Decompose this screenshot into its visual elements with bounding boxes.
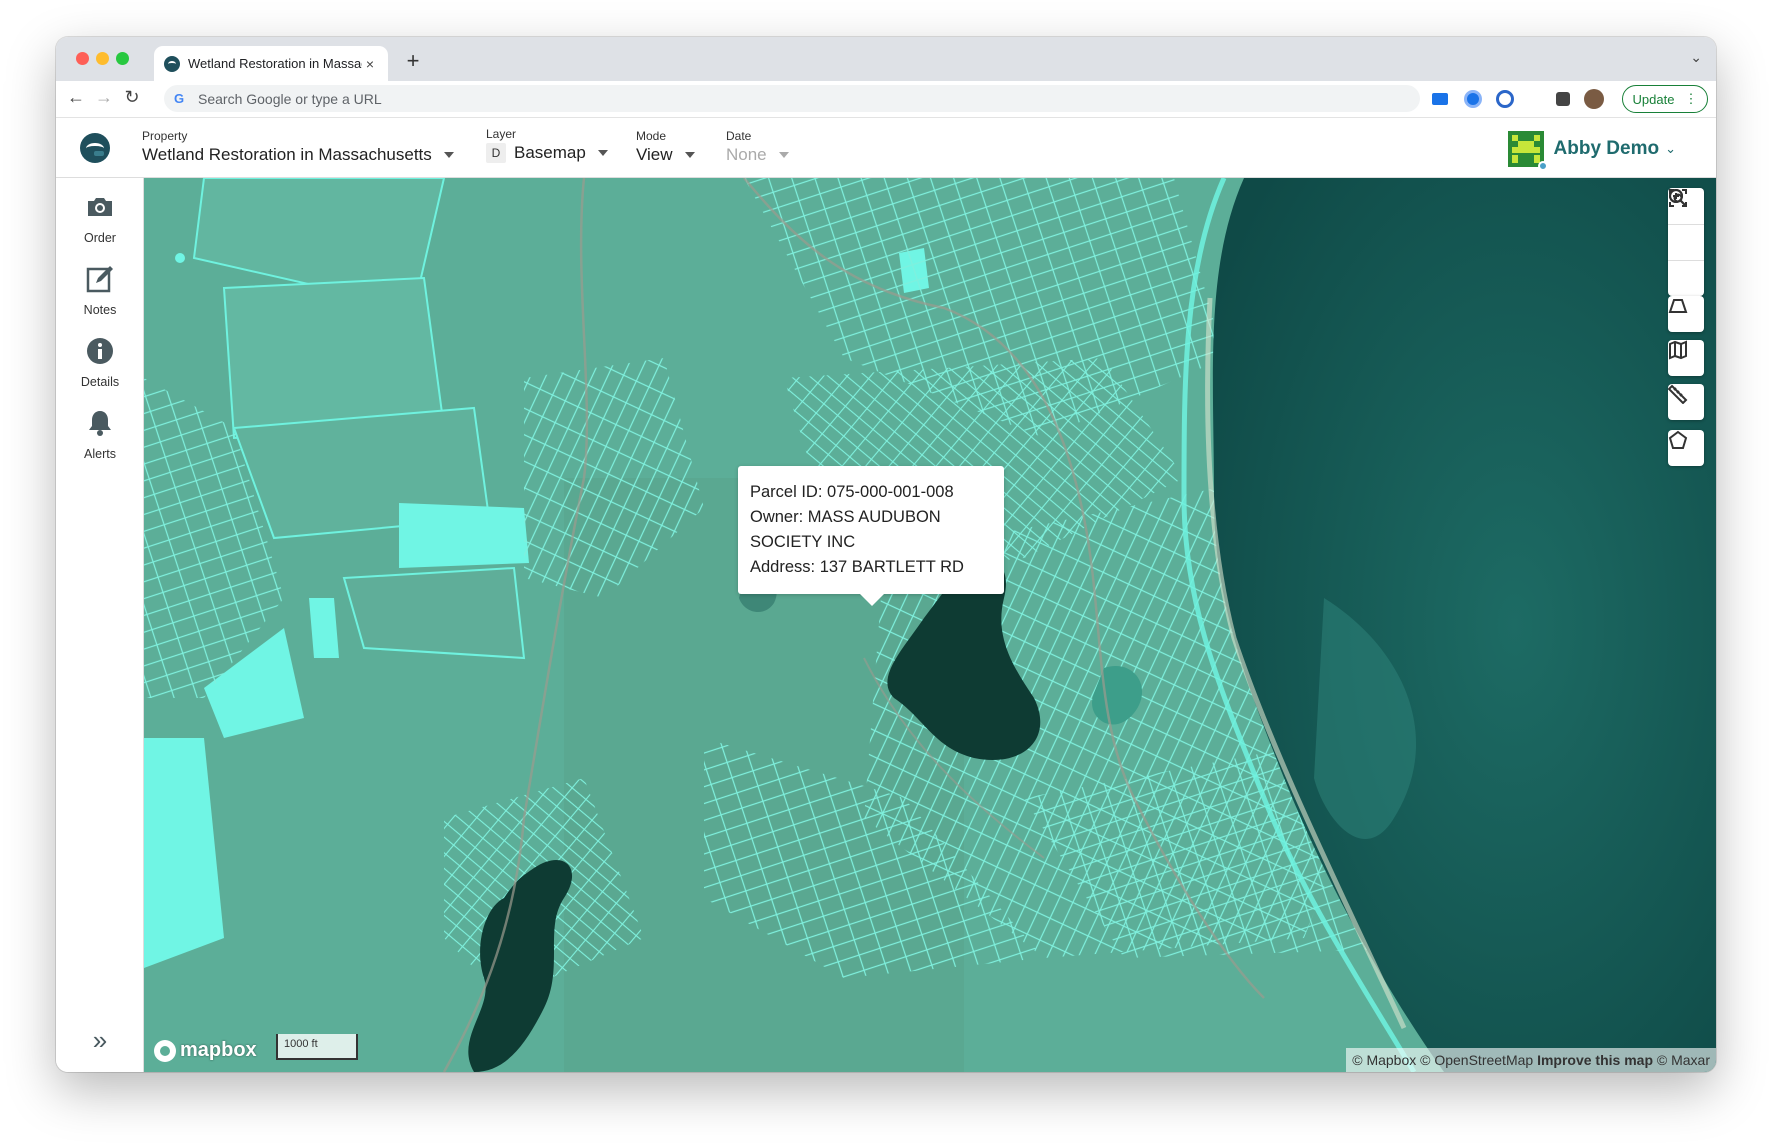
- sidebar: Order Notes Details Alerts »: [56, 178, 144, 1072]
- extensions-puzzle-icon[interactable]: [1556, 92, 1570, 106]
- forward-icon[interactable]: →: [92, 87, 116, 108]
- update-button[interactable]: Update ⋮: [1622, 85, 1708, 113]
- zoom-controls: [1668, 188, 1704, 296]
- info-icon: [87, 338, 113, 364]
- new-tab-button[interactable]: +: [401, 48, 425, 74]
- layer-badge: D: [486, 143, 506, 163]
- sidebar-item-order[interactable]: Order: [56, 192, 144, 245]
- parcel-id: Parcel ID: 075-000-001-008: [750, 483, 954, 501]
- maxar-attribution: © Maxar: [1656, 1052, 1710, 1068]
- attribution-text: © Mapbox © OpenStreetMap: [1352, 1052, 1534, 1068]
- scale-bar: 1000 ft: [276, 1034, 358, 1060]
- address-bar[interactable]: G Search Google or type a URL: [164, 85, 1420, 112]
- browser-tab-bar: Wetland Restoration in Massac × + ⌄: [56, 37, 1716, 81]
- caret-down-icon: [778, 152, 789, 158]
- fit-extent-icon: [1669, 189, 1687, 207]
- sidebar-item-notes[interactable]: Notes: [56, 264, 144, 317]
- app-header: Property Wetland Restoration in Massachu…: [56, 119, 1716, 178]
- profile-avatar-icon[interactable]: [1584, 89, 1604, 109]
- close-window-button[interactable]: [76, 52, 89, 65]
- parcel-popup: Parcel ID: 075-000-001-008 Owner: MASS A…: [738, 466, 1004, 606]
- property-value: Wetland Restoration in Massachusetts: [142, 145, 432, 164]
- fit-extent-button[interactable]: [1668, 189, 1704, 296]
- update-label: Update: [1632, 91, 1675, 107]
- back-icon[interactable]: ←: [64, 87, 88, 108]
- draw-area-tool: [1668, 296, 1704, 332]
- user-avatar: [1507, 131, 1548, 171]
- maximize-window-button[interactable]: [116, 52, 129, 65]
- caret-down-icon: [443, 152, 454, 158]
- user-name: Abby Demo: [1553, 138, 1660, 159]
- date-label: Date: [726, 129, 752, 143]
- property-label: Property: [142, 129, 188, 143]
- date-value: None: [726, 145, 767, 164]
- browser-tab[interactable]: Wetland Restoration in Massac ×: [154, 46, 388, 81]
- mapbox-logo-icon: [154, 1039, 176, 1062]
- tab-close-icon[interactable]: ×: [362, 56, 378, 72]
- sidebar-item-details[interactable]: Details: [56, 336, 144, 389]
- mapbox-logo[interactable]: mapbox: [154, 1039, 257, 1062]
- caret-down-icon: [597, 150, 608, 156]
- layer-selector[interactable]: Layer D Basemap: [486, 127, 608, 163]
- chevron-down-icon: ⌄: [1665, 141, 1676, 156]
- mode-selector[interactable]: Mode View: [636, 129, 695, 165]
- extension-circle-icon[interactable]: [1464, 90, 1482, 108]
- parcel-address: Address: 137 BARTLETT RD: [750, 558, 964, 576]
- mode-label: Mode: [636, 129, 667, 143]
- layer-label: Layer: [486, 127, 517, 141]
- reload-icon[interactable]: ↻: [120, 87, 144, 108]
- satellite-imagery: [144, 178, 1716, 1072]
- user-menu[interactable]: Abby Demo ⌄: [1507, 131, 1676, 171]
- browser-window: Wetland Restoration in Massac × + ⌄ ← → …: [56, 37, 1716, 1072]
- polygon-tool: [1668, 430, 1704, 466]
- measure-tool: [1668, 384, 1704, 420]
- sidebar-item-label: Alerts: [84, 447, 116, 461]
- bell-icon: [89, 411, 111, 436]
- more-menu-icon: ⋮: [1684, 91, 1698, 106]
- extension-flag-icon[interactable]: [1432, 93, 1448, 105]
- layer-value: Basemap: [514, 143, 586, 162]
- map-canvas[interactable]: Parcel ID: 075-000-001-008 Owner: MASS A…: [144, 178, 1716, 1072]
- extension-p-icon[interactable]: [1526, 90, 1544, 108]
- sidebar-item-label: Details: [80, 375, 120, 389]
- parcel-owner-continued: SOCIETY INC: [750, 533, 856, 551]
- status-dot: [1537, 161, 1548, 171]
- address-placeholder: Search Google or type a URL: [198, 90, 382, 107]
- zoom-out-button[interactable]: [1668, 189, 1704, 260]
- ruler-icon: [1668, 384, 1688, 404]
- sidebar-item-label: Order: [84, 231, 116, 245]
- app-favicon-icon: [164, 55, 180, 72]
- sidebar-item-alerts[interactable]: Alerts: [56, 408, 144, 461]
- edit-icon: [86, 266, 113, 293]
- tab-title: Wetland Restoration in Massac: [188, 56, 362, 71]
- map-layers-button[interactable]: [1668, 340, 1704, 376]
- map-icon: [1669, 340, 1687, 360]
- polygon-button[interactable]: [1668, 430, 1704, 466]
- sidebar-item-label: Notes: [83, 303, 117, 317]
- password-manager-icon[interactable]: [1496, 90, 1514, 108]
- draw-area-button[interactable]: [1668, 296, 1704, 332]
- map-attribution: © Mapbox © OpenStreetMap Improve this ma…: [1346, 1048, 1716, 1072]
- polygon-icon: [1668, 430, 1688, 449]
- parcel-owner: Owner: MASS AUDUBON: [750, 508, 941, 526]
- date-selector[interactable]: Date None: [726, 129, 789, 165]
- mode-value: View: [636, 145, 673, 164]
- mapbox-wordmark: mapbox: [180, 1039, 257, 1061]
- app-logo-icon[interactable]: [80, 133, 110, 163]
- expand-sidebar-icon[interactable]: »: [56, 1025, 144, 1056]
- minimize-window-button[interactable]: [96, 52, 109, 65]
- tab-search-chevron-icon[interactable]: ⌄: [1690, 49, 1702, 66]
- caret-down-icon: [684, 152, 695, 158]
- camera-icon: [88, 198, 112, 216]
- google-icon: G: [174, 90, 185, 106]
- improve-map-link[interactable]: Improve this map: [1537, 1052, 1653, 1068]
- browser-toolbar: ← → ↻ G Search Google or type a URL Upda…: [56, 81, 1716, 118]
- trapezoid-icon: [1668, 299, 1688, 313]
- map-layers-tool: [1668, 340, 1704, 376]
- property-selector[interactable]: Property Wetland Restoration in Massachu…: [142, 129, 454, 165]
- measure-button[interactable]: [1668, 384, 1704, 420]
